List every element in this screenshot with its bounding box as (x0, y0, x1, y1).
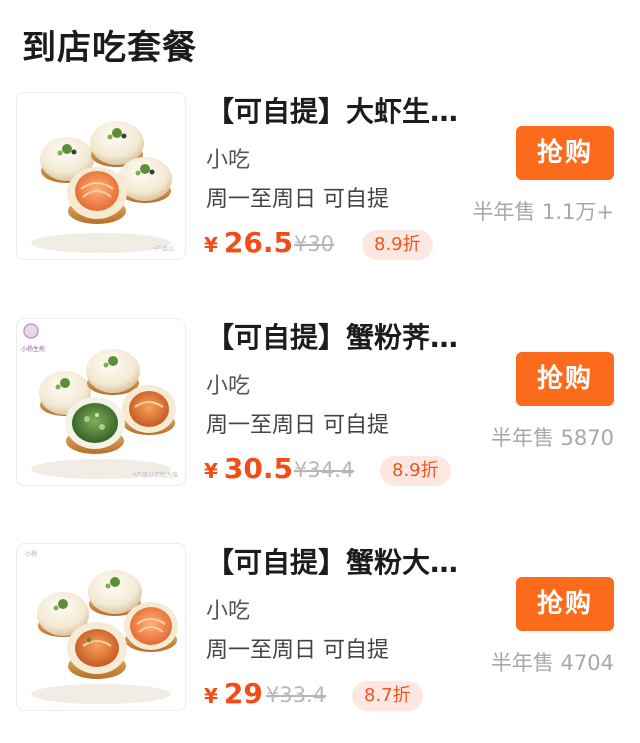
product-card[interactable]: *产品以 【可自提】大虾生… 小吃 周一至周日 可自提 ¥26.5 ¥30 8.… (0, 92, 640, 292)
price-value: 29 (223, 677, 263, 710)
product-name: 【可自提】大虾生… (206, 95, 459, 128)
buy-button[interactable]: 抢购 (516, 126, 614, 180)
product-tags: 周一至周日 可自提 (206, 638, 389, 663)
discount-badge: 8.9折 (380, 456, 451, 486)
currency-symbol: ¥ (204, 459, 218, 483)
buy-button[interactable]: 抢购 (516, 577, 614, 631)
page: 到店吃套餐 *产品以 【可自提】大虾生… 小吃 周一至周日 可自提 ¥ 26.5… (0, 0, 640, 732)
product-category: 小吃 (206, 374, 251, 399)
svg-text:*产品以实物为准: *产品以实物为准 (133, 471, 178, 479)
product-card[interactable]: 小杨 【可自提】蟹粉大… 小吃 周一至周日 可自提 ¥29 ¥33.4 8.7折… (0, 543, 640, 743)
product-name: 【可自提】蟹粉荠… (206, 321, 459, 354)
currency-symbol: ¥ (204, 684, 218, 708)
price-value: 30.5 (223, 452, 294, 485)
discount-badge: 8.9折 (362, 230, 433, 260)
sold-count: 半年售 5870 (490, 426, 614, 450)
original-price: ¥33.4 (266, 683, 327, 707)
product-category: 小吃 (206, 599, 251, 624)
product-tags: 周一至周日 可自提 (206, 187, 389, 212)
price: ¥26.5 (204, 226, 293, 259)
original-price: ¥34.4 (294, 458, 355, 482)
svg-text:小杨: 小杨 (25, 550, 37, 558)
sold-count: 半年售 4704 (490, 651, 614, 675)
buy-button[interactable]: 抢购 (516, 352, 614, 406)
original-price: ¥30 (294, 232, 335, 256)
shengjian-bun-shrimp-icon[interactable]: *产品以 (16, 92, 186, 260)
product-tags: 周一至周日 可自提 (206, 413, 389, 438)
product-name: 【可自提】蟹粉大… (206, 546, 459, 579)
price-value: 26.5 (223, 226, 294, 259)
shengjian-bun-crab-shrimp-icon[interactable]: 小杨 (16, 543, 186, 711)
section-title: 到店吃套餐 (22, 28, 197, 68)
svg-text:小杨生煎: 小杨生煎 (21, 345, 45, 353)
shengjian-bun-crab-shepherd-purse-icon[interactable]: 小杨生煎 *产品以实物为准 (16, 318, 186, 486)
price: ¥30.5 (204, 452, 293, 485)
svg-text:*产品以: *产品以 (153, 245, 174, 253)
price: ¥29 (204, 677, 263, 710)
sold-count: 半年售 1.1万+ (472, 200, 614, 224)
product-category: 小吃 (206, 148, 251, 173)
currency-symbol: ¥ (204, 233, 218, 257)
product-card[interactable]: 小杨生煎 *产品以实物为准 【可自提】蟹粉荠… 小吃 周一至周日 可自提 ¥ 3… (0, 318, 640, 518)
discount-badge: 8.7折 (352, 681, 423, 711)
